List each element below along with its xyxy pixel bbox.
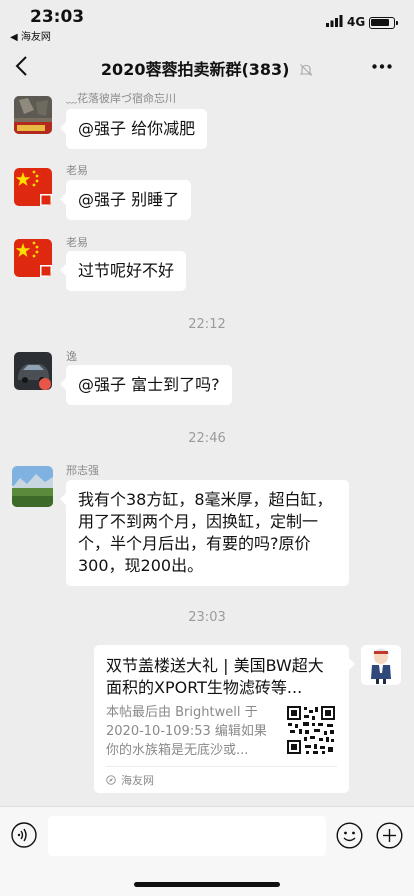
- status-time: 23:03: [30, 7, 85, 27]
- status-bar: 23:03 ◀ 海友网 4G: [0, 0, 414, 44]
- timestamp: 22:46: [188, 431, 226, 446]
- home-indicator[interactable]: [134, 882, 280, 887]
- battery-icon: [369, 17, 398, 29]
- message-input[interactable]: [48, 816, 326, 856]
- card-title: 双节盖楼送大礼 | 美国BW超大面积的XPORT生物滤砖等...: [106, 656, 324, 697]
- message-list[interactable]: ﹏花落彼岸づ宿命忘川 @强子 给你减肥 老易 @强子 别睡了 老易 过节呢好不好…: [0, 88, 414, 806]
- more-icon[interactable]: [372, 64, 392, 69]
- avatar[interactable]: [14, 239, 52, 277]
- sender-name: 邢志强: [66, 464, 99, 477]
- card-description: 本帖最后由 Brightwell 于 2020-10-109:53 编辑如果你的…: [106, 705, 267, 758]
- back-to-app-link[interactable]: ◀ 海友网: [10, 28, 51, 43]
- sender-name: 老易: [66, 164, 88, 177]
- avatar[interactable]: [361, 645, 401, 685]
- message-bubble[interactable]: 过节呢好不好: [59, 251, 187, 291]
- avatar[interactable]: [14, 352, 52, 390]
- mute-bell-icon: [299, 64, 313, 76]
- signal-icon: [326, 15, 343, 27]
- message-bubble[interactable]: @强子 富士到了吗?: [60, 365, 232, 405]
- message-bubble[interactable]: @强子 别睡了: [59, 180, 192, 220]
- chat-header: 2020蓉蓉拍卖新群(383): [0, 44, 414, 88]
- message-bubble[interactable]: @强子 给你减肥: [59, 109, 208, 149]
- chat-title: 2020蓉蓉拍卖新群(383): [60, 56, 354, 80]
- chat-title-text: 2020蓉蓉拍卖新群(383): [100, 60, 290, 79]
- avatar[interactable]: [12, 466, 53, 507]
- compass-icon: [106, 775, 116, 785]
- timestamp: 23:03: [188, 610, 226, 625]
- sender-name: ﹏花落彼岸づ宿命忘川: [66, 92, 176, 105]
- plus-icon[interactable]: [376, 822, 403, 849]
- avatar[interactable]: [14, 168, 52, 206]
- card-divider: [106, 766, 337, 767]
- card-source-label: 海友网: [121, 774, 154, 787]
- qr-code-thumbnail: [286, 705, 336, 755]
- back-arrow-icon[interactable]: [10, 53, 36, 79]
- network-type: 4G: [347, 15, 366, 29]
- emoji-icon[interactable]: [336, 822, 363, 849]
- shared-link-card[interactable]: 双节盖楼送大礼 | 美国BW超大面积的XPORT生物滤砖等... 本帖最后由 B…: [94, 645, 355, 793]
- sender-name: 逸: [66, 350, 77, 363]
- message-bubble[interactable]: 我有个38方缸，8毫米厚，超白缸，用了不到两个月，因换缸，定制一个，半个月后出，…: [60, 480, 349, 586]
- timestamp: 22:12: [188, 317, 226, 332]
- voice-icon[interactable]: [11, 822, 37, 848]
- card-source: 海友网: [106, 772, 154, 788]
- avatar[interactable]: [14, 96, 52, 134]
- sender-name: 老易: [66, 236, 88, 249]
